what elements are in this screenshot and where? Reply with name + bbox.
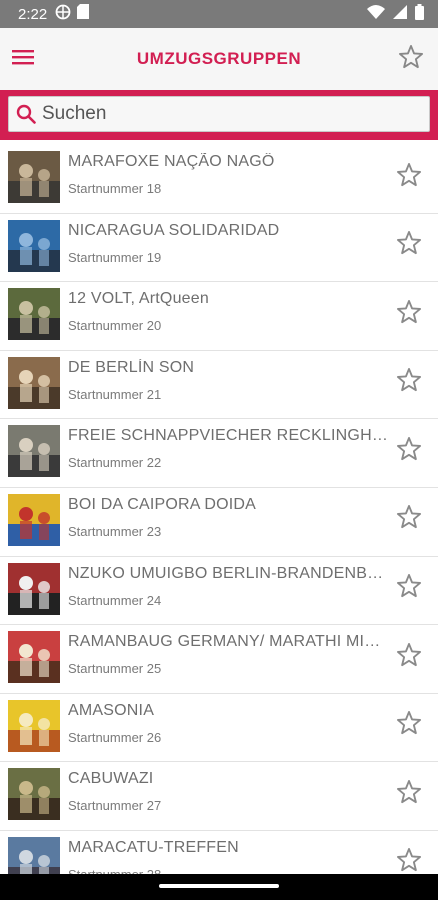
start-number: Startnummer 27 — [68, 798, 162, 814]
list-item[interactable]: 12 VOLT, ArtQueen Startnummer 20 — [0, 282, 438, 351]
favorite-toggle[interactable] — [394, 299, 424, 329]
star-outline-icon — [397, 43, 425, 76]
group-thumbnail — [8, 219, 60, 272]
hamburger-menu-icon — [12, 48, 34, 71]
star-outline-icon — [395, 298, 423, 331]
favorite-toggle[interactable] — [394, 779, 424, 809]
vpn-globe-icon — [55, 4, 71, 25]
group-name: 12 VOLT, ArtQueen — [68, 290, 209, 308]
search-input[interactable] — [40, 102, 414, 126]
status-time: 2:22 — [18, 5, 48, 23]
navigation-bar — [0, 874, 438, 900]
list-item[interactable]: RAMANBAUG GERMANY/ MARATHI MITRA MANDAL S… — [0, 625, 438, 694]
start-number: Startnummer 20 — [68, 318, 162, 334]
search-icon — [15, 103, 37, 125]
list-item[interactable]: AMASONIA Startnummer 26 — [0, 694, 438, 763]
star-outline-icon — [395, 435, 423, 468]
start-number: Startnummer 24 — [68, 592, 162, 608]
group-name: BOI DA CAIPORA DOIDA — [68, 495, 257, 513]
group-name: MARACATU-TREFFEN — [68, 838, 239, 856]
favorites-filter-button[interactable] — [394, 42, 428, 76]
status-bar: 2:22 — [0, 0, 438, 28]
search-box — [8, 96, 430, 132]
start-number: Startnummer 22 — [68, 455, 162, 471]
sd-card-icon — [77, 4, 90, 24]
start-number: Startnummer 19 — [68, 249, 162, 265]
group-thumbnail — [8, 356, 60, 409]
app-bar: UMZUGSGRUPPEN — [0, 28, 438, 90]
group-thumbnail — [8, 631, 60, 684]
group-name: CABUWAZI — [68, 770, 154, 788]
start-number: Startnummer 26 — [68, 729, 162, 745]
group-thumbnail — [8, 493, 60, 546]
list-item[interactable]: NICARAGUA SOLIDARIDAD Startnummer 19 — [0, 214, 438, 283]
group-name: DE BERLÍN SON — [68, 358, 195, 376]
list-item[interactable]: NZUKO UMUIGBO BERLIN-BRANDENBURG Startnum… — [0, 557, 438, 626]
group-thumbnail — [8, 151, 60, 203]
group-thumbnail — [8, 288, 60, 341]
start-number: Startnummer 25 — [68, 661, 162, 677]
list-item[interactable]: BOI DA CAIPORA DOIDA Startnummer 23 — [0, 488, 438, 557]
home-gesture-handle[interactable] — [159, 884, 279, 888]
list-item[interactable]: MARAFOXE NAÇÃO NAGÔ Startnummer 18 — [0, 145, 438, 214]
favorite-toggle[interactable] — [394, 368, 424, 398]
favorite-toggle[interactable] — [394, 642, 424, 672]
group-name: FREIE SCHNAPPVIECHER RECKLINGHAUSEN — [68, 427, 388, 445]
group-thumbnail — [8, 562, 60, 615]
star-outline-icon — [395, 161, 423, 194]
list-item[interactable]: DE BERLÍN SON Startnummer 21 — [0, 351, 438, 420]
group-name: NZUKO UMUIGBO BERLIN-BRANDENBURG — [68, 564, 388, 582]
favorite-toggle[interactable] — [394, 436, 424, 466]
menu-button[interactable] — [0, 28, 46, 90]
star-outline-icon — [395, 778, 423, 811]
signal-icon — [393, 4, 407, 24]
favorite-toggle[interactable] — [394, 574, 424, 604]
group-name: RAMANBAUG GERMANY/ MARATHI MITRA MANDAL — [68, 633, 388, 651]
group-name: NICARAGUA SOLIDARIDAD — [68, 221, 280, 239]
search-bar — [0, 90, 438, 140]
star-outline-icon — [395, 572, 423, 605]
battery-icon — [415, 3, 424, 25]
wifi-icon — [367, 4, 385, 24]
group-thumbnail — [8, 768, 60, 821]
favorite-toggle[interactable] — [394, 505, 424, 535]
star-outline-icon — [395, 641, 423, 674]
start-number: Startnummer 23 — [68, 523, 162, 539]
list-item[interactable]: CABUWAZI Startnummer 27 — [0, 762, 438, 831]
star-outline-icon — [395, 709, 423, 742]
start-number: Startnummer 18 — [68, 181, 162, 196]
start-number: Startnummer 21 — [68, 386, 162, 402]
star-outline-icon — [395, 366, 423, 399]
star-outline-icon — [395, 229, 423, 262]
list-item[interactable]: FREIE SCHNAPPVIECHER RECKLINGHAUSEN Start… — [0, 419, 438, 488]
group-list: MARAFOXE NAÇÃO NAGÔ Startnummer 18 NICARAG… — [0, 145, 438, 900]
favorite-toggle[interactable] — [394, 711, 424, 741]
group-thumbnail — [8, 699, 60, 752]
favorite-toggle[interactable] — [394, 231, 424, 261]
group-name: AMASONIA — [68, 701, 155, 719]
page-title: UMZUGSGRUPPEN — [136, 49, 302, 68]
group-name: MARAFOXE NAÇÃO NAGÔ — [68, 153, 275, 170]
star-outline-icon — [395, 503, 423, 536]
favorite-toggle[interactable] — [394, 162, 424, 192]
group-thumbnail — [8, 425, 60, 478]
